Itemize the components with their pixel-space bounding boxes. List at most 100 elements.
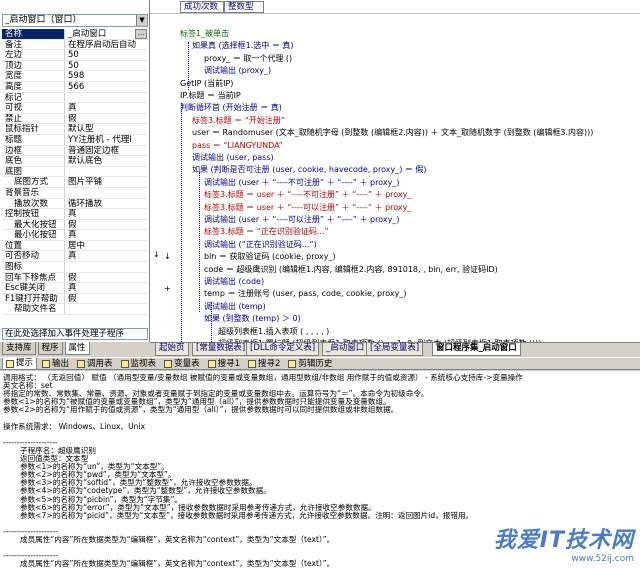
code-line[interactable]: 调试输出 (temp)	[204, 302, 266, 312]
property-row[interactable]: 顶边 50	[2, 60, 148, 72]
tab-properties[interactable]: 属性	[64, 342, 90, 355]
code-line[interactable]: 标签1_被单击	[180, 29, 229, 39]
code-line[interactable]: 判断循环首 (开始注册 ＝ 真)	[180, 103, 282, 113]
property-value[interactable]	[64, 304, 148, 315]
event-selector[interactable]: 在此处选择加入事件处理子程序	[2, 328, 148, 340]
property-row[interactable]: 底图	[2, 166, 148, 178]
module-tab[interactable]: [常量数据表]	[192, 343, 250, 356]
property-row[interactable]: 底图方式 图片平铺	[2, 177, 148, 188]
code-editor[interactable]: 标签1_被单击如果真 (选择框1.选中 ＝ 真) proxy_ ＝ 取一个代理 (…	[178, 14, 640, 342]
code-line[interactable]: 调试输出 (code)	[204, 277, 264, 287]
property-value[interactable]: 真	[64, 103, 148, 113]
property-row[interactable]: 背景音乐	[2, 187, 148, 199]
code-line[interactable]: 标签3.标题 ＝ “正在识别验证码...”	[204, 227, 329, 237]
property-value[interactable]: 真	[64, 209, 148, 219]
property-value[interactable]: 默认底色	[64, 156, 148, 166]
code-line[interactable]: user ＝ Randomuser (文本_取随机字母 (到整数 (编辑框2.内…	[192, 128, 593, 138]
output-tab[interactable]: 剪辑历史	[285, 358, 335, 370]
code-line[interactable]: 标签3.标题 ＝ “开始注册”	[192, 116, 285, 126]
property-value[interactable]: 598	[64, 71, 148, 81]
property-value[interactable]: 图片平铺	[64, 177, 148, 187]
property-value[interactable]	[64, 262, 148, 272]
property-row[interactable]: 帮助文件名	[2, 304, 148, 316]
code-line[interactable]: GetIP (当前IP)	[180, 79, 233, 89]
property-row[interactable]: 标记	[2, 92, 148, 104]
property-row[interactable]: 播放次数 循环播放	[2, 198, 148, 210]
property-row[interactable]: 图标	[2, 262, 148, 273]
property-row[interactable]: 禁止 假	[2, 113, 148, 125]
property-value[interactable]: 50	[64, 50, 148, 60]
property-row[interactable]: 控制按钮 真	[2, 209, 148, 220]
module-tab[interactable]: 起始页	[155, 343, 189, 356]
module-tab[interactable]: _启动窗口	[322, 343, 369, 356]
property-row[interactable]: 底色 默认底色	[2, 156, 148, 167]
property-value[interactable]: 真	[64, 283, 148, 293]
code-line[interactable]: 调试输出 (proxy_)	[204, 66, 271, 76]
code-line[interactable]: 标签3.标题 ＝ user ＋ “----不可注册” ＋ “----” ＋ pr…	[204, 190, 411, 200]
property-row[interactable]: F1键打开帮助假	[2, 293, 148, 305]
code-line[interactable]: bin ＝ 获取验证码 (cookie, proxy_)	[204, 252, 336, 262]
code-line[interactable]: proxy_ ＝ 取一个代理 ()	[204, 54, 292, 64]
output-tab[interactable]: 变量表	[161, 358, 203, 370]
property-value[interactable]	[64, 166, 148, 177]
property-value[interactable]: 50	[64, 60, 148, 71]
property-value[interactable]: 真	[64, 251, 148, 262]
output-tab[interactable]: 监视表	[118, 358, 160, 370]
code-line[interactable]: 调试输出 (user ＋ “----可以注册” ＋ “----” ＋ proxy…	[204, 215, 399, 225]
property-row[interactable]: 最大化按钮假	[2, 219, 148, 231]
property-row[interactable]: 最小化按钮 真	[2, 230, 148, 241]
property-row[interactable]: 左边 50	[2, 50, 148, 61]
property-value[interactable]: YY注册机 - 代理I	[64, 134, 148, 145]
var-name-cell[interactable]: 成功次数	[180, 1, 224, 13]
property-row[interactable]: 标题 YY注册机 - 代理I	[2, 134, 148, 146]
code-line[interactable]: 调试输出 (“正在识别验证码...”)	[204, 240, 317, 250]
tab-support-library[interactable]: 支持库	[2, 342, 36, 355]
property-value[interactable]: 默认型	[64, 124, 148, 134]
property-row[interactable]: 鼠标指针 默认型	[2, 124, 148, 135]
tab-program[interactable]: 程序	[37, 342, 63, 355]
code-line[interactable]: 调试输出 (user, pass)	[192, 153, 274, 163]
property-row[interactable]: 高度 566	[2, 81, 148, 93]
output-tab[interactable]: 搜寻1	[205, 358, 243, 370]
property-row[interactable]: 可视 真	[2, 103, 148, 114]
property-value[interactable]: 假	[64, 293, 148, 304]
property-value[interactable]: 真	[64, 230, 148, 240]
property-value[interactable]: _启动窗口...	[64, 29, 148, 39]
code-line[interactable]: 调试输出 (user ＋ “----不可注册” ＋ “----” ＋ proxy…	[204, 178, 399, 188]
property-value[interactable]: 假	[64, 219, 148, 230]
object-selector[interactable]: _启动窗口（窗口） ▼	[2, 14, 148, 27]
property-row[interactable]: 备注 在程序启动后自动	[2, 39, 148, 51]
property-value[interactable]	[64, 187, 148, 198]
code-line[interactable]: temp ＝ 注册账号 (user, pass, code, cookie, p…	[204, 289, 406, 299]
property-row[interactable]: 回车下移焦点假	[2, 272, 148, 284]
code-line[interactable]: 超级列表框1.插入表项 ( , , , , )	[218, 327, 329, 337]
output-tab[interactable]: 调用表	[74, 358, 116, 370]
code-line[interactable]: code ＝ 超级鹰识别 (编辑框1.内容, 编辑框2.内容, 891018, …	[204, 265, 498, 275]
property-value[interactable]: 居中	[64, 240, 148, 251]
property-row[interactable]: 名称 _启动窗口...	[2, 29, 148, 40]
property-value[interactable]: 循环播放	[64, 198, 148, 209]
var-type-cell[interactable]: 整数型	[224, 1, 264, 13]
property-row[interactable]: Esc键关闭 真	[2, 283, 148, 294]
code-line[interactable]: IP.标题 ＝ 当前IP	[180, 91, 241, 101]
property-value[interactable]: 假	[64, 272, 148, 283]
property-row[interactable]: 宽度 598	[2, 71, 148, 82]
output-panel[interactable]: 成员属性“内容”所在数据类型为“编辑框”，英文名称为“context”，类型为“…	[0, 371, 640, 568]
ellipsis-button[interactable]: ...	[135, 29, 147, 39]
output-tab[interactable]: 提示	[2, 358, 38, 370]
code-line[interactable]: 如果真 (选择框1.选中 ＝ 真)	[192, 41, 294, 51]
output-tab[interactable]: 输出	[39, 358, 72, 370]
property-row[interactable]: 位置 居中	[2, 240, 148, 252]
property-value[interactable]	[64, 92, 148, 103]
module-tab[interactable]: 窗口程序集_启动窗口	[432, 343, 521, 356]
code-line[interactable]: 如果 (到整数 (temp) ＞ 0)	[204, 314, 301, 324]
code-line[interactable]: pass ＝ “LIANGYUNDA”	[192, 141, 283, 151]
property-value[interactable]: 假	[64, 113, 148, 124]
code-line[interactable]: 如果 (判断是否可注册 (user, cookie, havecode, pro…	[192, 165, 427, 175]
property-row[interactable]: 可否移动 真	[2, 251, 148, 263]
module-tab[interactable]: [全局变量表]	[366, 343, 424, 356]
property-row[interactable]: 边框 普通固定边框	[2, 145, 148, 157]
property-value[interactable]: 在程序启动后自动	[64, 39, 148, 50]
module-tab[interactable]: [DLL命令定义表]	[246, 343, 320, 356]
property-value[interactable]: 566	[64, 81, 148, 92]
